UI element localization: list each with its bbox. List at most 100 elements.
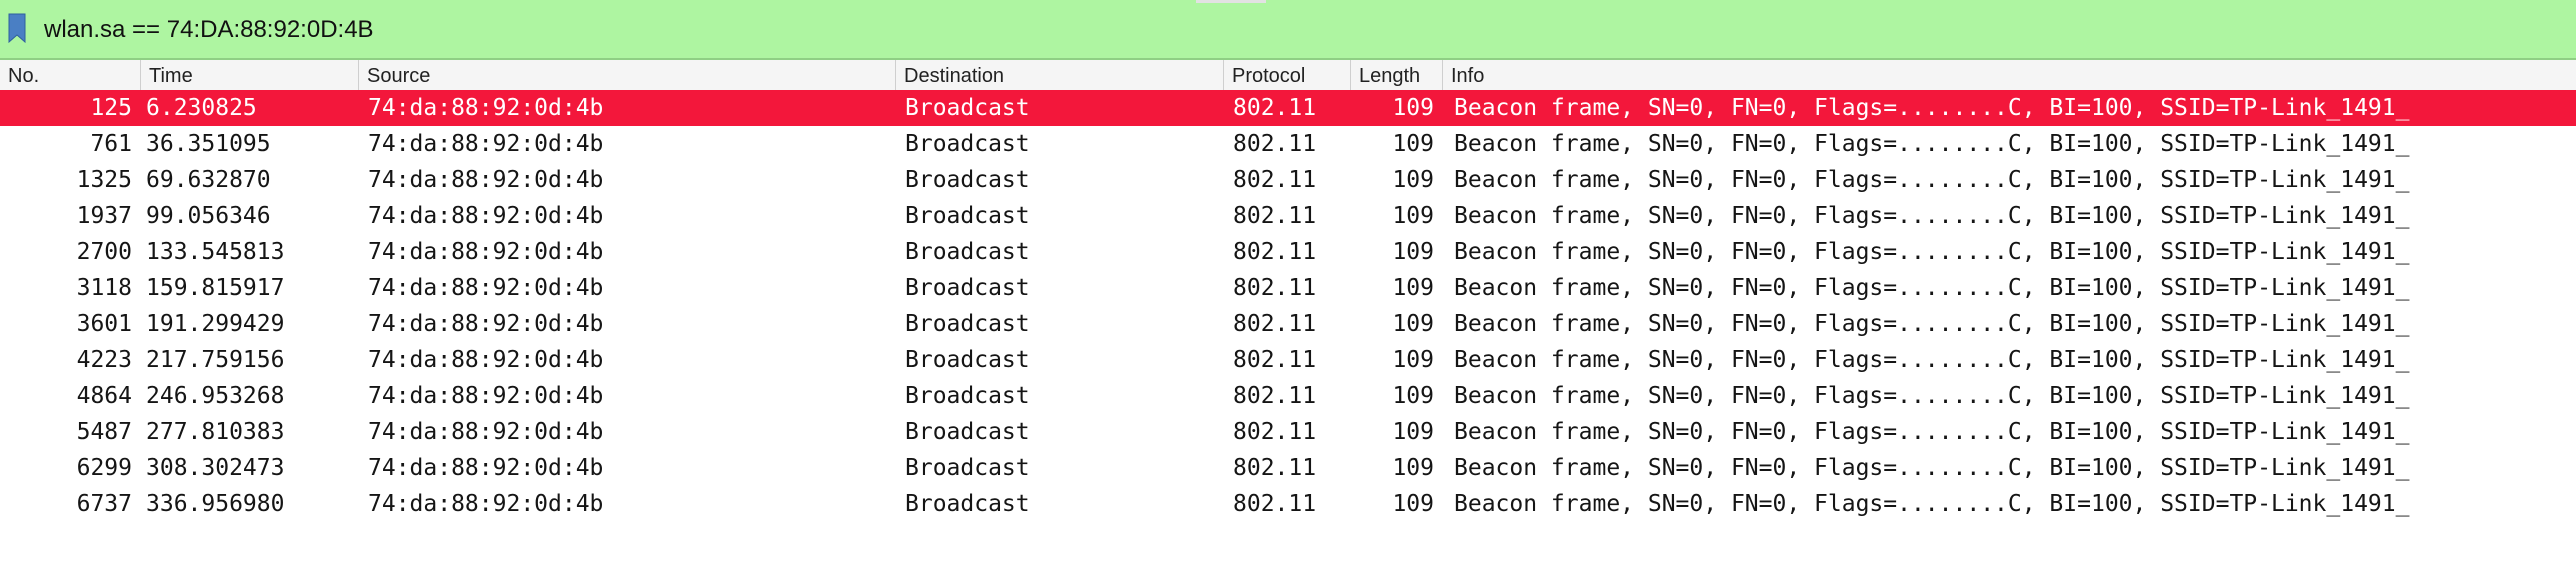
packet-destination: Broadcast	[905, 491, 1030, 517]
packet-protocol: 802.11	[1233, 275, 1317, 301]
packet-info: Beacon frame, SN=0, FN=0, Flags=........…	[1454, 347, 2410, 373]
column-header-protocol[interactable]: Protocol	[1223, 60, 1350, 92]
packet-info: Beacon frame, SN=0, FN=0, Flags=........…	[1454, 203, 2410, 229]
packet-number: 6737	[76, 491, 132, 517]
packet-number: 2700	[76, 239, 132, 265]
packet-protocol: 802.11	[1233, 419, 1317, 445]
packet-time: 246.953268	[146, 383, 285, 409]
packet-time: 133.545813	[146, 239, 285, 265]
packet-source: 74:da:88:92:0d:4b	[368, 419, 604, 445]
packet-destination: Broadcast	[905, 203, 1030, 229]
packet-protocol: 802.11	[1233, 383, 1317, 409]
packet-row[interactable]: 1937 99.056346 74:da:88:92:0d:4b Broadcast 8…	[0, 198, 2576, 234]
packet-length: 109	[1392, 491, 1434, 517]
packet-info: Beacon frame, SN=0, FN=0, Flags=........…	[1454, 455, 2410, 481]
packet-time: 308.302473	[146, 455, 285, 481]
packet-source: 74:da:88:92:0d:4b	[368, 239, 604, 265]
packet-destination: Broadcast	[905, 419, 1030, 445]
packet-time: 217.759156	[146, 347, 285, 373]
packet-list-header: No. Time Source Destination Protocol Len…	[0, 60, 2576, 93]
packet-row[interactable]: 4223 217.759156 74:da:88:92:0d:4b Broadcast…	[0, 342, 2576, 378]
column-header-length[interactable]: Length	[1350, 60, 1442, 92]
bookmark-icon	[8, 13, 26, 48]
packet-source: 74:da:88:92:0d:4b	[368, 311, 604, 337]
packet-source: 74:da:88:92:0d:4b	[368, 491, 604, 517]
column-header-info[interactable]: Info	[1442, 60, 2576, 92]
packet-source: 74:da:88:92:0d:4b	[368, 95, 604, 121]
packet-info: Beacon frame, SN=0, FN=0, Flags=........…	[1454, 491, 2410, 517]
packet-row[interactable]: 1325 69.632870 74:da:88:92:0d:4b Broadcast 8…	[0, 162, 2576, 198]
packet-protocol: 802.11	[1233, 347, 1317, 373]
packet-source: 74:da:88:92:0d:4b	[368, 383, 604, 409]
packet-info: Beacon frame, SN=0, FN=0, Flags=........…	[1454, 239, 2410, 265]
packet-length: 109	[1392, 95, 1434, 121]
packet-length: 109	[1392, 455, 1434, 481]
packet-info: Beacon frame, SN=0, FN=0, Flags=........…	[1454, 419, 2410, 445]
packet-info: Beacon frame, SN=0, FN=0, Flags=........…	[1454, 167, 2410, 193]
packet-length: 109	[1392, 311, 1434, 337]
packet-destination: Broadcast	[905, 275, 1030, 301]
packet-info: Beacon frame, SN=0, FN=0, Flags=........…	[1454, 383, 2410, 409]
packet-time: 159.815917	[146, 275, 285, 301]
packet-length: 109	[1392, 347, 1434, 373]
packet-protocol: 802.11	[1233, 131, 1317, 157]
packet-length: 109	[1392, 203, 1434, 229]
packet-protocol: 802.11	[1233, 491, 1317, 517]
packet-number: 5487	[76, 419, 132, 445]
packet-row[interactable]: 6299 308.302473 74:da:88:92:0d:4b Broadcast…	[0, 450, 2576, 486]
window-edge-notch	[1196, 0, 1266, 3]
packet-source: 74:da:88:92:0d:4b	[368, 167, 604, 193]
packet-row[interactable]: 3118 159.815917 74:da:88:92:0d:4b Broadcast…	[0, 270, 2576, 306]
packet-destination: Broadcast	[905, 239, 1030, 265]
packet-row[interactable]: 761 36.351095 74:da:88:92:0d:4b Broadcast 80…	[0, 126, 2576, 162]
column-header-destination[interactable]: Destination	[895, 60, 1223, 92]
packet-destination: Broadcast	[905, 311, 1030, 337]
packet-info: Beacon frame, SN=0, FN=0, Flags=........…	[1454, 311, 2410, 337]
packet-info: Beacon frame, SN=0, FN=0, Flags=........…	[1454, 95, 2410, 121]
packet-destination: Broadcast	[905, 95, 1030, 121]
packet-number: 4864	[76, 383, 132, 409]
packet-protocol: 802.11	[1233, 455, 1317, 481]
packet-destination: Broadcast	[905, 131, 1030, 157]
packet-length: 109	[1392, 131, 1434, 157]
display-filter-input[interactable]: wlan.sa == 74:DA:88:92:0D:4B	[44, 0, 374, 60]
packet-length: 109	[1392, 167, 1434, 193]
packet-time: 69.632870	[146, 167, 271, 193]
packet-number: 4223	[76, 347, 132, 373]
packet-time: 336.956980	[146, 491, 285, 517]
packet-info: Beacon frame, SN=0, FN=0, Flags=........…	[1454, 131, 2410, 157]
packet-source: 74:da:88:92:0d:4b	[368, 203, 604, 229]
packet-source: 74:da:88:92:0d:4b	[368, 455, 604, 481]
packet-number: 125	[90, 95, 132, 121]
packet-protocol: 802.11	[1233, 95, 1317, 121]
packet-length: 109	[1392, 275, 1434, 301]
packet-time: 191.299429	[146, 311, 285, 337]
packet-row[interactable]: 2700 133.545813 74:da:88:92:0d:4b Broadcast…	[0, 234, 2576, 270]
packet-protocol: 802.11	[1233, 167, 1317, 193]
column-header-no[interactable]: No.	[0, 60, 140, 92]
packet-protocol: 802.11	[1233, 203, 1317, 229]
column-header-source[interactable]: Source	[358, 60, 895, 92]
packet-row[interactable]: 4864 246.953268 74:da:88:92:0d:4b Broadcast…	[0, 378, 2576, 414]
packet-list: 125 6.230825 74:da:88:92:0d:4b Broadcast 802…	[0, 90, 2576, 522]
packet-source: 74:da:88:92:0d:4b	[368, 275, 604, 301]
packet-destination: Broadcast	[905, 455, 1030, 481]
packet-row[interactable]: 5487 277.810383 74:da:88:92:0d:4b Broadcast…	[0, 414, 2576, 450]
packet-destination: Broadcast	[905, 347, 1030, 373]
filter-bookmark-button[interactable]	[0, 10, 34, 50]
packet-time: 277.810383	[146, 419, 285, 445]
packet-source: 74:da:88:92:0d:4b	[368, 347, 604, 373]
packet-number: 3601	[76, 311, 132, 337]
packet-destination: Broadcast	[905, 167, 1030, 193]
packet-row[interactable]: 3601 191.299429 74:da:88:92:0d:4b Broadcast…	[0, 306, 2576, 342]
packet-destination: Broadcast	[905, 383, 1030, 409]
packet-row[interactable]: 6737 336.956980 74:da:88:92:0d:4b Broadcast…	[0, 486, 2576, 522]
packet-source: 74:da:88:92:0d:4b	[368, 131, 604, 157]
column-header-time[interactable]: Time	[140, 60, 358, 92]
packet-length: 109	[1392, 383, 1434, 409]
packet-number: 761	[90, 131, 132, 157]
packet-protocol: 802.11	[1233, 311, 1317, 337]
packet-row-selected[interactable]: 125 6.230825 74:da:88:92:0d:4b Broadcast 802…	[0, 90, 2576, 126]
packet-time: 99.056346	[146, 203, 271, 229]
packet-protocol: 802.11	[1233, 239, 1317, 265]
